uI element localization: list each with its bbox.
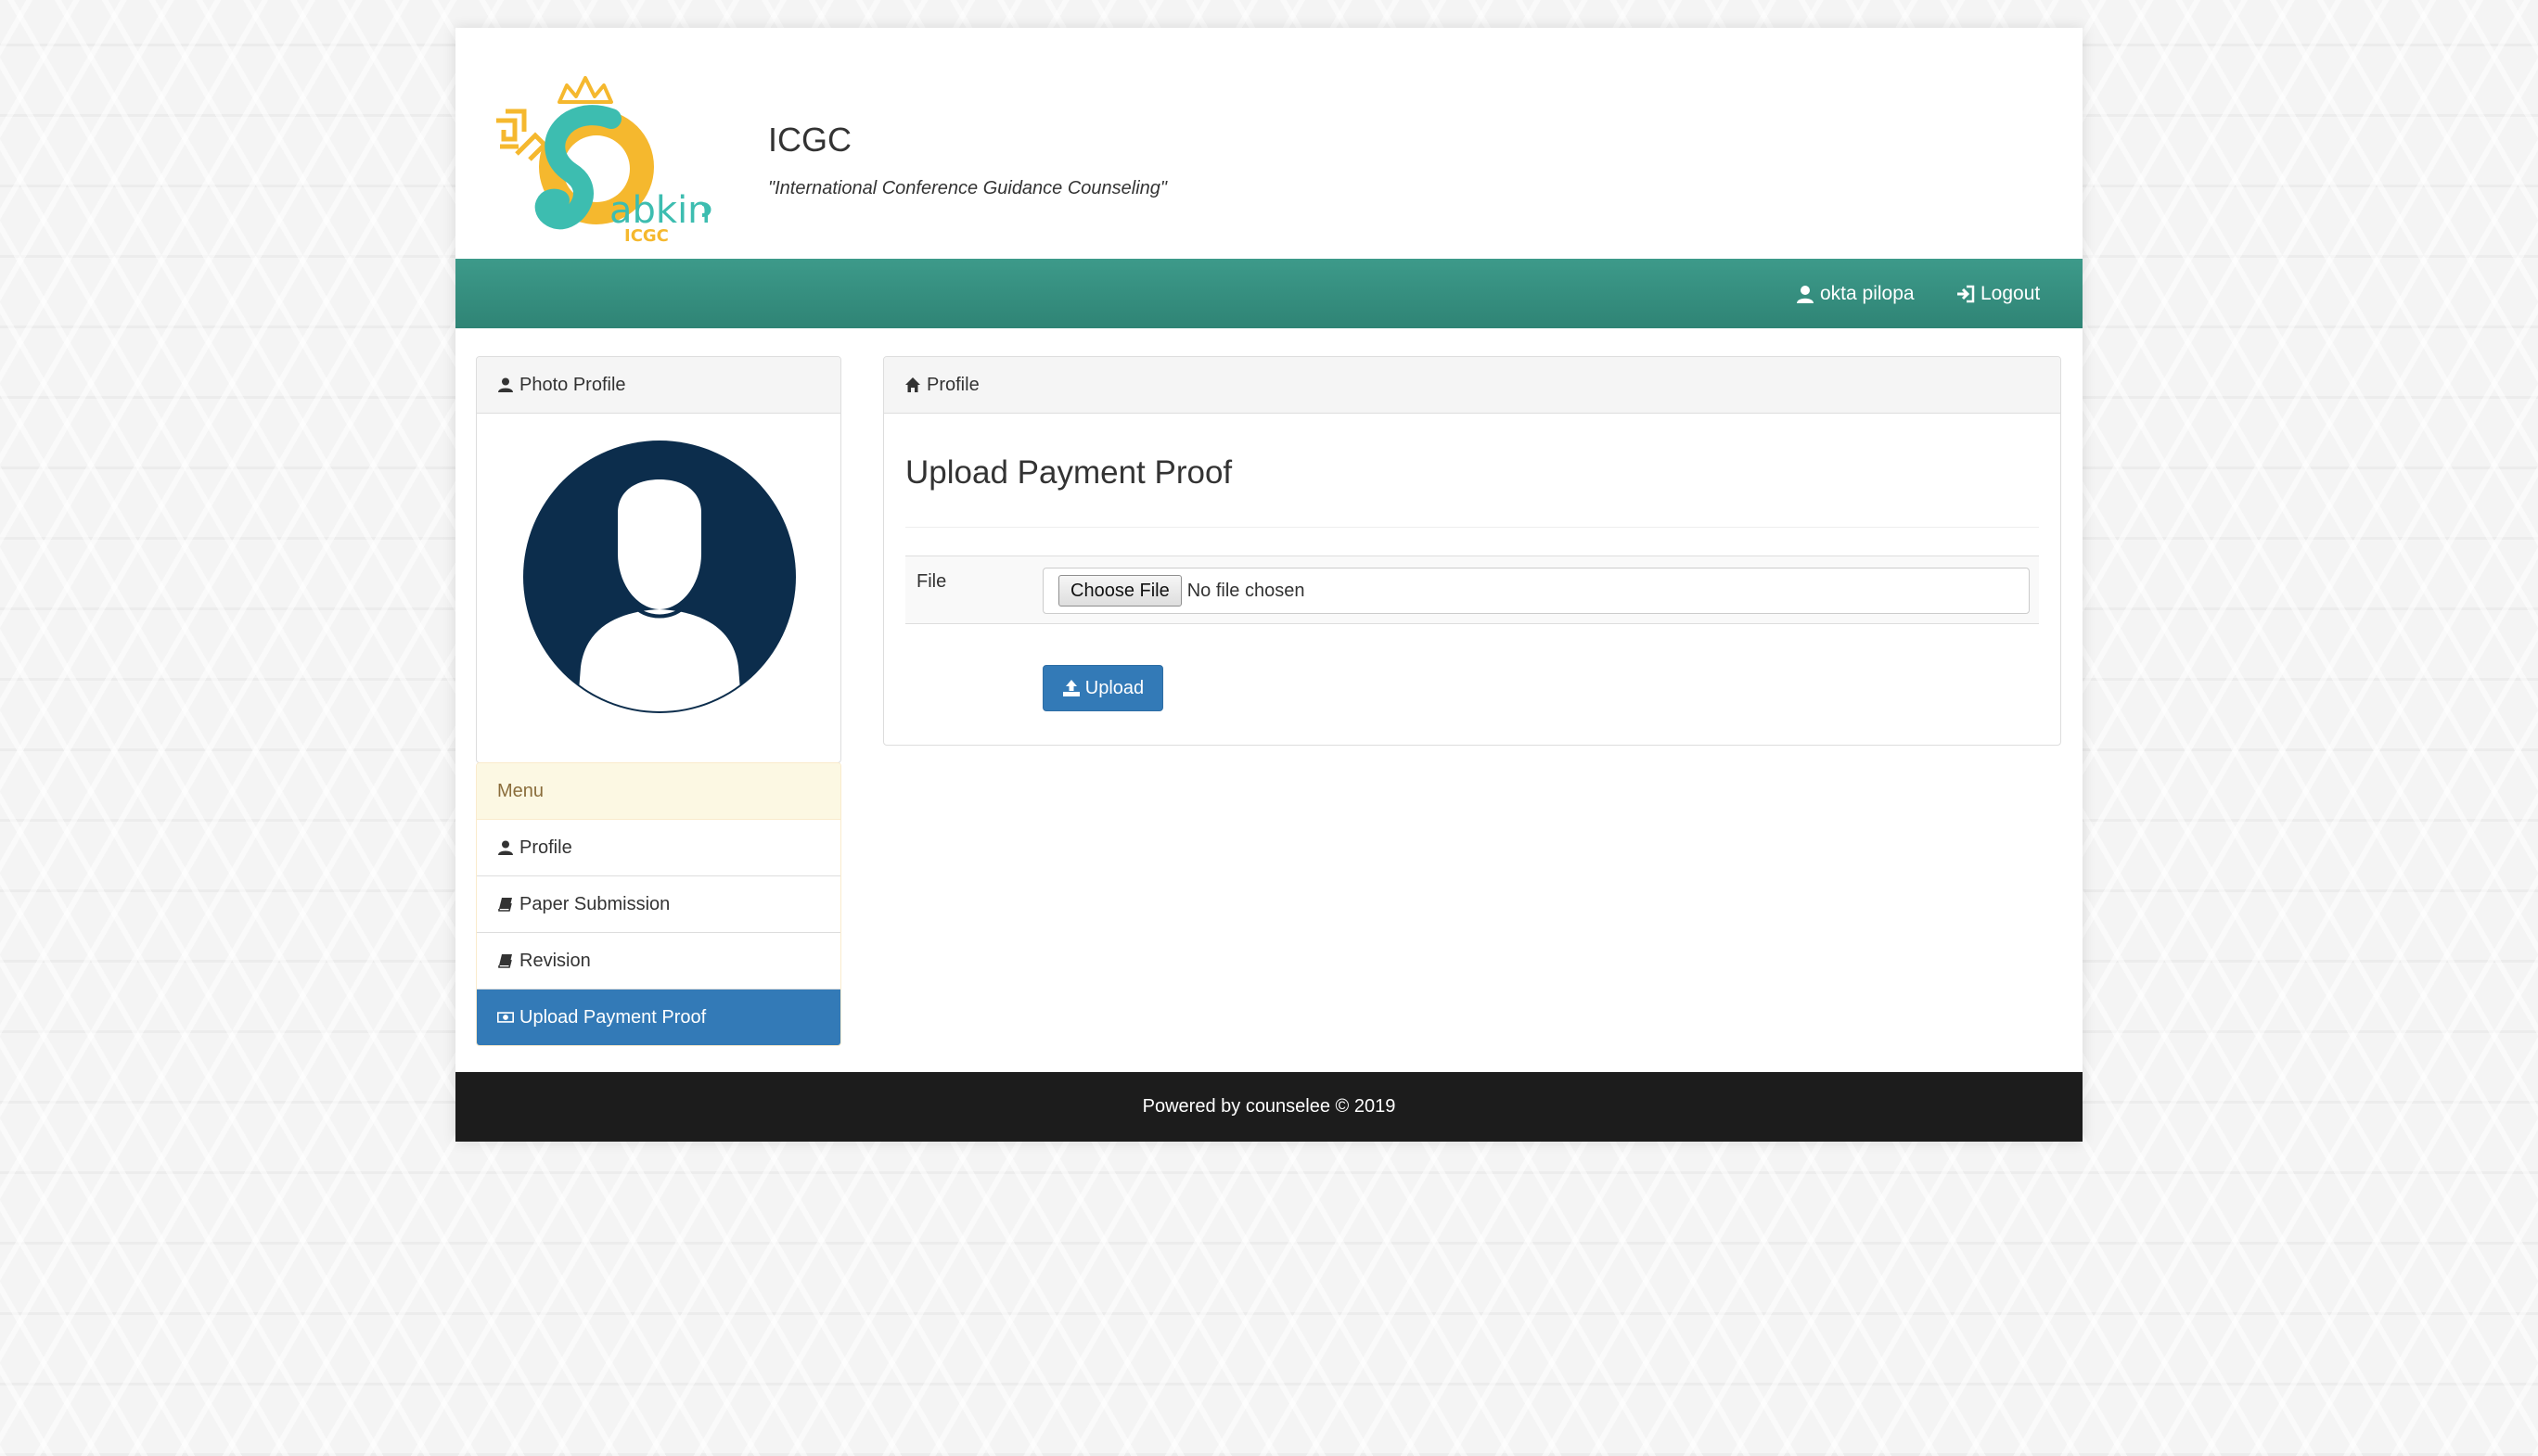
site-header: abkin ICGC ICGC "International Conferenc… — [455, 28, 2083, 259]
money-icon — [497, 1009, 514, 1026]
file-label: File — [916, 571, 947, 592]
menu-item-label: Revision — [519, 950, 591, 971]
menu-item-upload-payment-proof[interactable]: Upload Payment Proof — [477, 990, 840, 1045]
user-icon — [497, 377, 514, 393]
photo-profile-panel: Photo Profile — [476, 356, 841, 763]
choose-file-button[interactable]: Choose File — [1058, 575, 1182, 607]
home-icon — [904, 377, 921, 393]
user-icon — [497, 839, 514, 856]
menu-item-revision[interactable]: Revision — [477, 933, 840, 990]
default-avatar-icon — [523, 441, 796, 713]
upload-icon — [1062, 679, 1081, 697]
logout-link[interactable]: Logout — [1955, 259, 2040, 328]
nav-user-link[interactable]: okta pilopa — [1795, 259, 1915, 328]
sign-in-icon — [1955, 284, 1976, 304]
content-panel: Profile Upload Payment Proof File Choose… — [883, 356, 2061, 746]
menu-item-label: Paper Submission — [519, 893, 671, 914]
breadcrumb-label: Profile — [927, 374, 980, 395]
photo-profile-heading: Photo Profile — [477, 357, 840, 414]
book-icon — [497, 952, 514, 969]
menu-heading: Menu — [477, 763, 840, 820]
avatar — [521, 439, 798, 715]
menu-item-label: Upload Payment Proof — [519, 1006, 707, 1028]
footer-text: Powered by counselee © 2019 — [1142, 1096, 1396, 1117]
sabkin-logo-icon: abkin ICGC — [496, 76, 711, 246]
user-icon — [1795, 284, 1815, 304]
site-footer: Powered by counselee © 2019 — [455, 1072, 2083, 1142]
menu-item-profile[interactable]: Profile — [477, 820, 840, 876]
menu-item-paper-submission[interactable]: Paper Submission — [477, 876, 840, 933]
site-tagline: "International Conference Guidance Couns… — [768, 178, 1168, 198]
file-form-row: File Choose File No file chosen — [905, 556, 2039, 624]
no-file-chosen-text: No file chosen — [1186, 580, 1305, 601]
svg-text:ICGC: ICGC — [624, 226, 669, 246]
top-navbar: okta pilopa Logout — [455, 259, 2083, 328]
upload-button[interactable]: Upload — [1043, 665, 1163, 711]
nav-user-name: okta pilopa — [1820, 282, 1915, 304]
breadcrumb: Profile — [884, 357, 2060, 414]
site-logo[interactable]: abkin ICGC — [493, 65, 715, 250]
logout-label: Logout — [1980, 282, 2041, 304]
site-title: ICGC — [768, 121, 852, 159]
file-input[interactable]: Choose File No file chosen — [1043, 568, 2030, 614]
photo-profile-title: Photo Profile — [519, 374, 626, 395]
menu-item-label: Profile — [519, 837, 572, 858]
book-icon — [497, 896, 514, 913]
page-title: Upload Payment Proof — [905, 454, 1233, 491]
upload-label: Upload — [1084, 677, 1145, 698]
heading-divider — [905, 527, 2039, 528]
page-container: abkin ICGC ICGC "International Conferenc… — [455, 28, 2083, 1142]
menu-panel: Menu Profile Paper Submission Revision U… — [476, 762, 841, 1046]
